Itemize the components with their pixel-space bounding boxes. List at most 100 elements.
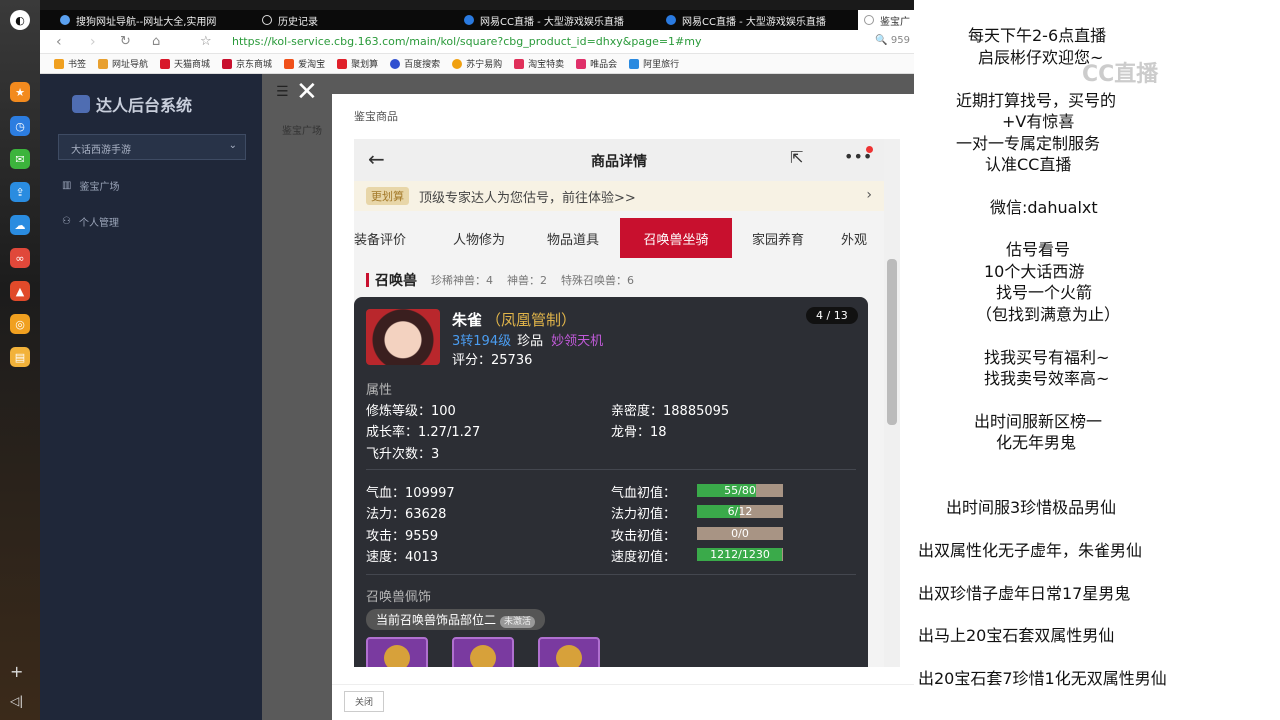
app-sidebar: 达人后台系统 大话西游手游 ⌄ ▥ 鉴宝广场 ⚇ 个人管理 xyxy=(40,74,262,720)
close-button[interactable]: 关闭 xyxy=(344,691,385,712)
home-icon[interactable]: ⌂ xyxy=(152,34,160,49)
bookmarks-bar: 书签 网址导航 天猫商城 京东商城 爱淘宝 聚划算 百度搜索 苏宁易购 淘宝特卖… xyxy=(40,54,914,74)
tab-equipment[interactable]: 装备评价 xyxy=(354,218,432,258)
zoom-indicator[interactable]: 🔍 959 xyxy=(875,35,910,46)
bookmark-item[interactable]: 唯品会 xyxy=(576,57,617,70)
pet-card: 朱雀 （凤凰管制） 4 / 13 3转194级 珍品 妙领天机 评分：25736 属性… xyxy=(354,297,868,667)
stat-mp-init-label: 法力初值： xyxy=(611,507,677,522)
attr-growth: 成长率：1.27/1.27 xyxy=(366,425,481,440)
note-line: 出时间服3珍惜极品男仙 xyxy=(946,498,1117,517)
bookmark-item[interactable]: 苏宁易购 xyxy=(452,57,502,70)
init-bar-atk: 0/0 xyxy=(697,527,783,540)
globe-icon xyxy=(60,15,70,25)
phone-header: ← 商品详情 ⇱ ••• xyxy=(354,139,884,181)
cloud-icon[interactable]: ☁ xyxy=(10,215,30,235)
game-select[interactable]: 大话西游手游 ⌄ xyxy=(58,134,246,160)
upload-icon[interactable]: ⇪ xyxy=(10,182,30,202)
tmall-icon xyxy=(160,58,171,69)
divider xyxy=(366,574,856,575)
browser-tab-active[interactable]: 鉴宝广 xyxy=(858,10,914,30)
bookmark-item[interactable]: 爱淘宝 xyxy=(284,57,325,70)
bookmark-item[interactable]: 聚划算 xyxy=(337,57,378,70)
close-icon[interactable]: ✕ xyxy=(296,79,318,105)
attr-dragon: 龙骨：18 xyxy=(611,425,667,440)
url-field[interactable]: https://kol-service.cbg.163.com/main/kol… xyxy=(232,35,702,48)
section-title: 召唤兽 xyxy=(375,273,417,289)
scrollbar[interactable] xyxy=(884,139,900,667)
bookmark-item[interactable]: 淘宝特卖 xyxy=(514,57,564,70)
share-icon[interactable]: ⇱ xyxy=(790,148,803,167)
note-line: 微信:dahualxt xyxy=(990,198,1098,217)
jd-icon xyxy=(222,58,233,69)
chat-icon[interactable]: ✉ xyxy=(10,149,30,169)
scrollbar-thumb[interactable] xyxy=(887,259,897,425)
pet-summary: 召唤兽 珍稀神兽：4 神兽：2 特殊召唤兽：6 xyxy=(366,270,648,290)
note-line: 启辰彬仔欢迎您~ xyxy=(978,48,1104,67)
summary-stat: 珍稀神兽：4 xyxy=(431,274,493,287)
browser-tab[interactable]: 历史记录 xyxy=(262,10,442,30)
link-icon[interactable]: ∞ xyxy=(10,248,30,268)
notes-icon[interactable]: ▤ xyxy=(10,347,30,367)
promo-banner[interactable]: 更划算 顶级专家达人为您估号，前往体验>> › xyxy=(354,181,884,211)
folder-icon xyxy=(98,58,109,69)
back-icon[interactable]: ‹ xyxy=(56,34,62,50)
bookmark-item[interactable]: 百度搜索 xyxy=(390,57,440,70)
bookmark-item[interactable]: 天猫商城 xyxy=(160,57,210,70)
page-title: 商品详情 xyxy=(591,154,647,170)
forward-icon[interactable]: › xyxy=(90,34,96,50)
browser-tab-bar: 搜狗网址导航--网址大全,实用网 历史记录 网易CC直播 - 大型游戏娱乐直播 … xyxy=(40,10,914,30)
note-line: 认准CC直播 xyxy=(985,155,1072,174)
deco-item[interactable] xyxy=(538,637,600,667)
tab-character[interactable]: 人物修为 xyxy=(432,218,526,258)
sidebar-item-square[interactable]: ▥ 鉴宝广场 xyxy=(62,178,119,193)
deco-item[interactable] xyxy=(452,637,514,667)
reload-icon[interactable]: ↻ xyxy=(120,34,131,49)
folder-icon[interactable]: ★ xyxy=(10,82,30,102)
deco-slot-pill[interactable]: 当前召唤兽饰品部位二 未激活 xyxy=(366,609,546,630)
tab-home[interactable]: 家园养育 xyxy=(732,218,824,258)
tab-pets[interactable]: 召唤兽坐骑 xyxy=(620,218,732,258)
tab-appearance[interactable]: 外观 xyxy=(824,218,884,258)
item-icon xyxy=(384,645,410,667)
tab-items[interactable]: 物品道具 xyxy=(526,218,620,258)
bookmark-item[interactable]: 书签 xyxy=(54,57,86,70)
cloud-app-icon[interactable]: ◐ xyxy=(10,10,30,30)
bookmark-item[interactable]: 网址导航 xyxy=(98,57,148,70)
pdf-icon[interactable]: ▲ xyxy=(10,281,30,301)
chevron-down-icon: ⌄ xyxy=(228,140,237,151)
user-icon: ⚇ xyxy=(62,216,71,227)
stat-mp: 法力：63628 xyxy=(366,507,447,522)
attr-section-title: 属性 xyxy=(366,383,393,398)
suning-icon xyxy=(452,58,463,69)
clock-icon[interactable]: ◷ xyxy=(10,116,30,136)
chevron-right-icon: › xyxy=(866,187,872,203)
taobao-sale-icon xyxy=(514,58,525,69)
stat-atk: 攻击：9559 xyxy=(366,529,439,544)
star-icon[interactable]: ☆ xyxy=(200,34,212,49)
bookmark-item[interactable]: 京东商城 xyxy=(222,57,272,70)
stat-atk-init-label: 攻击初值： xyxy=(611,529,677,544)
deco-item[interactable] xyxy=(366,637,428,667)
note-line: 找我卖号效率高~ xyxy=(984,369,1110,388)
item-icon xyxy=(556,645,582,667)
deco-section-title: 召唤兽佩饰 xyxy=(366,590,432,605)
bookmark-item[interactable]: 阿里旅行 xyxy=(629,57,679,70)
address-bar: ‹ › ↻ ⌂ ☆ https://kol-service.cbg.163.co… xyxy=(40,30,914,54)
stat-spd-init-label: 速度初值： xyxy=(611,550,677,565)
browser-tab[interactable]: 网易CC直播 - 大型游戏娱乐直播 xyxy=(666,10,846,30)
menu-toggle-icon[interactable]: ☰ xyxy=(276,84,289,100)
star-icon xyxy=(54,58,64,69)
stat-hp-init-label: 气血初值： xyxy=(611,486,677,501)
sidebar-item-profile[interactable]: ⚇ 个人管理 xyxy=(62,214,119,229)
note-line: 每天下午2-6点直播 xyxy=(968,26,1107,45)
summary-stat: 神兽：2 xyxy=(507,274,547,287)
chart-icon: ▥ xyxy=(62,180,72,191)
browser-tab[interactable]: 网易CC直播 - 大型游戏娱乐直播 xyxy=(464,10,644,30)
search-app-icon[interactable]: ◎ xyxy=(10,314,30,334)
note-line: 出双珍惜子虚年日常17星男鬼 xyxy=(918,584,1131,603)
collapse-icon[interactable]: ◁| xyxy=(10,694,23,708)
add-icon[interactable]: + xyxy=(10,662,23,681)
history-icon xyxy=(262,15,272,25)
browser-tab[interactable]: 搜狗网址导航--网址大全,实用网 xyxy=(60,10,240,30)
divider xyxy=(366,469,856,470)
